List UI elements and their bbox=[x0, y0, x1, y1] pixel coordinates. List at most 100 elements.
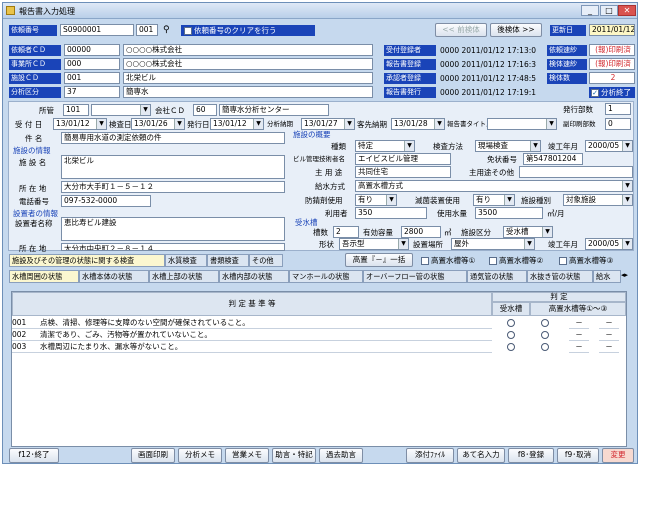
shoudoku-label: 滅菌装置使用 bbox=[415, 196, 460, 205]
row-high-radio-2[interactable] bbox=[541, 343, 549, 351]
irai-no-field[interactable]: S0900001 bbox=[60, 24, 134, 36]
address-field[interactable]: 大分市大手町１－５－１２ bbox=[61, 181, 285, 193]
analysis-done[interactable]: 分析終了 bbox=[589, 87, 635, 98]
analysis-done-checkbox[interactable] bbox=[591, 89, 599, 97]
shoudoku-select[interactable]: 有り bbox=[473, 194, 515, 206]
row-high3-0[interactable]: － bbox=[599, 317, 619, 329]
f9-cancel-button[interactable]: f9･取消 bbox=[557, 448, 599, 463]
subtab-1[interactable]: 水槽本体の状態 bbox=[79, 270, 149, 283]
stamp-time-2: 17:48:5 bbox=[507, 74, 537, 83]
binoculars-icon[interactable]: ⚲ bbox=[163, 25, 170, 35]
tank-check-1[interactable]: 高置水槽等① bbox=[421, 255, 475, 266]
hakko-busu-field[interactable]: 1 bbox=[605, 103, 631, 115]
company-code[interactable]: 60 bbox=[193, 104, 217, 116]
kensaku-select[interactable]: 対象施設 bbox=[563, 194, 633, 206]
kensa-hoho-select[interactable]: 現場検査 bbox=[475, 140, 541, 152]
facility-name-field[interactable]: 北栄ビル bbox=[61, 155, 285, 179]
subtab-8[interactable]: 給水 bbox=[593, 270, 621, 283]
tank-shunko-select[interactable]: 2000/05 bbox=[585, 238, 633, 250]
row-tank-radio-2[interactable] bbox=[507, 343, 515, 351]
subtab-0[interactable]: 水槽周囲の状態 bbox=[9, 270, 79, 283]
row-tank-radio-1[interactable] bbox=[507, 331, 515, 339]
kyaku-noki-field[interactable]: 13/01/28 bbox=[391, 118, 445, 130]
hakko-field[interactable]: 13/01/12 bbox=[210, 118, 264, 130]
kanri-field[interactable]: エイビスビル管理 bbox=[355, 153, 451, 165]
shozoku-code[interactable]: 101 bbox=[63, 104, 89, 116]
maximize-button[interactable]: □ bbox=[600, 5, 618, 16]
subtab-6[interactable]: 通気管の状態 bbox=[467, 270, 527, 283]
bunseki-kubun-field[interactable]: 37 bbox=[64, 86, 120, 98]
f12-exit-button[interactable]: f12･終了 bbox=[9, 448, 59, 463]
irai-sub-field[interactable]: 001 bbox=[136, 24, 158, 36]
tab-shisetsu[interactable]: 施設及びその管理の状態に関する検査 bbox=[9, 254, 165, 267]
bouhan-select[interactable]: 有り bbox=[355, 194, 397, 206]
row-high2-2[interactable]: － bbox=[569, 341, 589, 353]
tank-shunko-label: 竣工年月 bbox=[548, 240, 578, 249]
tank-check-2[interactable]: 高置水槽等② bbox=[489, 255, 543, 266]
tank-check-3[interactable]: 高置水槽等③ bbox=[559, 255, 613, 266]
shunko-select[interactable]: 2000/05 bbox=[585, 140, 633, 152]
f8-register-button[interactable]: f8･登録 bbox=[508, 448, 554, 463]
prev-button[interactable]: << 前検体 bbox=[435, 23, 487, 37]
youto-other-field[interactable] bbox=[519, 166, 633, 178]
kensa-field[interactable]: 13/01/26 bbox=[131, 118, 185, 130]
subtab-3[interactable]: 水槽内部の状態 bbox=[219, 270, 289, 283]
yuko-field[interactable]: 2800 bbox=[401, 226, 441, 238]
row-tank-radio-0[interactable] bbox=[507, 319, 515, 327]
youto-field[interactable]: 共同住宅 bbox=[355, 166, 451, 178]
bulk-button[interactable]: 高置『－』一括 bbox=[345, 253, 413, 267]
row-high-radio-0[interactable] bbox=[541, 319, 549, 327]
row-high2-0[interactable]: － bbox=[569, 317, 589, 329]
basho-select[interactable]: 屋外 bbox=[451, 238, 535, 250]
analysis-memo-button[interactable]: 分析メモ bbox=[178, 448, 222, 463]
tank-kubun-select[interactable]: 受水槽 bbox=[503, 226, 553, 238]
report-title-select[interactable] bbox=[487, 118, 557, 130]
row-high3-1[interactable]: － bbox=[599, 329, 619, 341]
menkyo-field[interactable]: 第547801204 bbox=[523, 153, 583, 165]
kenmei-field[interactable]: 簡易専用水道の測定依頼の件 bbox=[61, 132, 285, 144]
shisetsu-cd-field[interactable]: 001 bbox=[64, 72, 120, 84]
fukuin-field[interactable]: 0 bbox=[605, 118, 631, 130]
screen-print-button[interactable]: 画面印刷 bbox=[131, 448, 175, 463]
phone-field[interactable]: 097-532-0000 bbox=[61, 195, 151, 207]
shozoku-select[interactable] bbox=[91, 104, 151, 116]
row-high-radio-1[interactable] bbox=[541, 331, 549, 339]
subtab-2[interactable]: 水槽上部の状態 bbox=[149, 270, 219, 283]
close-button[interactable]: ✕ bbox=[618, 5, 636, 16]
attach-button[interactable]: 添付ﾌｧｲﾙ bbox=[406, 448, 454, 463]
overview-section: 施設の概要 bbox=[293, 130, 331, 139]
owner-addr-field[interactable]: 大分市中央町２－８－１４ bbox=[61, 243, 285, 251]
past-advice-button[interactable]: 過去助言 bbox=[319, 448, 363, 463]
clear-checkbox[interactable] bbox=[184, 27, 192, 35]
advice-button[interactable]: 助言・特記 bbox=[272, 448, 316, 463]
tab-suishitsu[interactable]: 水質検査 bbox=[165, 254, 207, 267]
minimize-button[interactable]: _ bbox=[581, 5, 599, 16]
riyou-field[interactable]: 350 bbox=[355, 207, 427, 219]
subtab-4[interactable]: マンホールの状態 bbox=[289, 270, 363, 283]
change-button[interactable]: 変更 bbox=[602, 448, 634, 463]
shisetsu-cd-label: 施設ＣＤ bbox=[9, 73, 61, 84]
uketsuke-field[interactable]: 13/01/12 bbox=[53, 118, 107, 130]
tank-checkbox-3[interactable] bbox=[559, 257, 567, 265]
tank-checkbox-1[interactable] bbox=[421, 257, 429, 265]
subtab-7[interactable]: 水抜き管の状態 bbox=[527, 270, 593, 283]
shiyou-field[interactable]: 3500 bbox=[475, 207, 543, 219]
irai-cd-field[interactable]: 00000 bbox=[64, 44, 120, 56]
subtab-5[interactable]: オーバーフロー管の状態 bbox=[363, 270, 467, 283]
row-high2-1[interactable]: － bbox=[569, 329, 589, 341]
tank-checkbox-2[interactable] bbox=[489, 257, 497, 265]
clear-check[interactable]: 依頼番号のクリアを行う bbox=[181, 25, 315, 36]
owner-name-field[interactable]: 恵比寿ビル建設 bbox=[61, 217, 285, 241]
keijo-select[interactable]: 吾示型 bbox=[339, 238, 409, 250]
row-high3-2[interactable]: － bbox=[599, 341, 619, 353]
sales-memo-button[interactable]: 営業メモ bbox=[225, 448, 269, 463]
tab-shorui[interactable]: 書類検査 bbox=[207, 254, 249, 267]
tab-scroll-arrows[interactable]: ◂▸ bbox=[621, 271, 628, 279]
shurui-select[interactable]: 特定 bbox=[355, 140, 415, 152]
jigyo-cd-field[interactable]: 000 bbox=[64, 58, 120, 70]
sosu-field[interactable]: 2 bbox=[333, 226, 359, 238]
next-button[interactable]: 後検体 >> bbox=[490, 23, 542, 37]
tab-sonota[interactable]: その他 bbox=[249, 254, 283, 267]
kyusui-select[interactable]: 高置水槽方式 bbox=[355, 180, 633, 192]
addressee-button[interactable]: あて名入力 bbox=[457, 448, 505, 463]
